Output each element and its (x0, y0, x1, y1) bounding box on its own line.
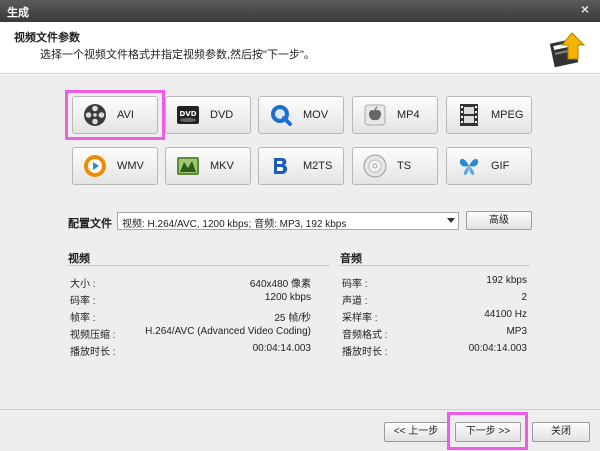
format-dvd-button[interactable]: DVD DVD (165, 96, 251, 134)
format-label: MOV (303, 109, 329, 121)
format-gif-button[interactable]: GIF (446, 147, 532, 185)
page-subtitle: 选择一个视频文件格式并指定视频参数,然后按"下一步"。 (40, 49, 315, 61)
svg-text:DVD: DVD (179, 110, 196, 118)
dvd-icon: DVD (177, 106, 199, 124)
page-header: 视频文件参数 选择一个视频文件格式并指定视频参数,然后按"下一步"。 (0, 22, 600, 74)
audio-key: 音频格式 : (342, 330, 388, 341)
page-title: 视频文件参数 (14, 32, 80, 44)
video-value: H.264/AVC (Advanced Video Coding) (145, 326, 311, 337)
format-mov-button[interactable]: MOV (258, 96, 344, 134)
profile-value: 视频: H.264/AVC, 1200 kbps; 音频: MP3, 192 k… (122, 219, 347, 230)
format-label: MPEG (491, 109, 524, 121)
window-title: 生成 (7, 7, 29, 19)
window-titlebar: 生成 × (0, 0, 600, 22)
close-icon[interactable]: × (578, 1, 592, 19)
video-key: 帧率 : (70, 313, 96, 324)
audio-key: 采样率 : (342, 313, 378, 324)
content-area: AVI DVD DVD MOV MP4 MPEG WMV MKV M2TS TS… (0, 75, 600, 409)
video-section-divider (68, 265, 330, 266)
butterfly-icon (459, 158, 479, 175)
audio-key: 播放时长 : (342, 347, 388, 358)
audio-value: 2 (521, 292, 527, 303)
audio-value: 192 kbps (486, 275, 527, 286)
format-mkv-button[interactable]: MKV (165, 147, 251, 185)
audio-value: 00:04:14.003 (468, 343, 527, 354)
audio-key: 码率 : (342, 279, 368, 290)
wizard-logo-icon (550, 32, 586, 68)
audio-section-title: 音频 (340, 253, 362, 265)
format-mpeg-button[interactable]: MPEG (446, 96, 532, 134)
format-label: DVD (210, 109, 234, 121)
video-section-title: 视频 (68, 253, 90, 265)
audio-key: 声道 : (342, 296, 368, 307)
windows-media-icon (84, 155, 106, 177)
format-ts-button[interactable]: TS (352, 147, 438, 185)
profile-select[interactable]: 视频: H.264/AVC, 1200 kbps; 音频: MP3, 192 k… (117, 212, 459, 230)
video-value: 25 帧/秒 (274, 313, 311, 324)
prev-button[interactable]: << 上一步 (384, 422, 448, 442)
selection-highlight (65, 90, 165, 140)
dialog-footer: << 上一步 下一步 >> 关闭 (0, 409, 600, 451)
format-label: MKV (210, 160, 234, 172)
film-strip-icon (460, 104, 478, 126)
video-key: 视频压缩 : (70, 330, 116, 341)
format-mp4-button[interactable]: MP4 (352, 96, 438, 134)
video-value: 00:04:14.003 (252, 343, 311, 354)
chevron-down-icon (447, 218, 455, 223)
apple-icon (364, 104, 386, 126)
format-label: M2TS (303, 160, 333, 172)
audio-value: MP3 (506, 326, 527, 337)
next-highlight (447, 412, 528, 450)
profile-label: 配置文件 (68, 218, 112, 230)
video-key: 大小 : (70, 279, 96, 290)
advanced-button[interactable]: 高级 (466, 211, 532, 230)
bluray-icon (274, 158, 288, 174)
audio-value: 44100 Hz (484, 309, 527, 320)
disc-icon (363, 154, 387, 178)
video-key: 播放时长 : (70, 347, 116, 358)
video-key: 码率 : (70, 296, 96, 307)
close-button[interactable]: 关闭 (532, 422, 590, 442)
format-m2ts-button[interactable]: M2TS (258, 147, 344, 185)
video-value: 1200 kbps (264, 292, 311, 303)
format-wmv-button[interactable]: WMV (72, 147, 158, 185)
audio-section-divider (340, 265, 530, 266)
format-label: MP4 (397, 109, 420, 121)
format-label: WMV (117, 160, 144, 172)
format-label: TS (397, 160, 412, 172)
mkv-icon (177, 157, 199, 175)
video-value: 640x480 像素 (249, 279, 311, 290)
quicktime-icon (271, 105, 292, 126)
format-label: GIF (491, 160, 510, 172)
